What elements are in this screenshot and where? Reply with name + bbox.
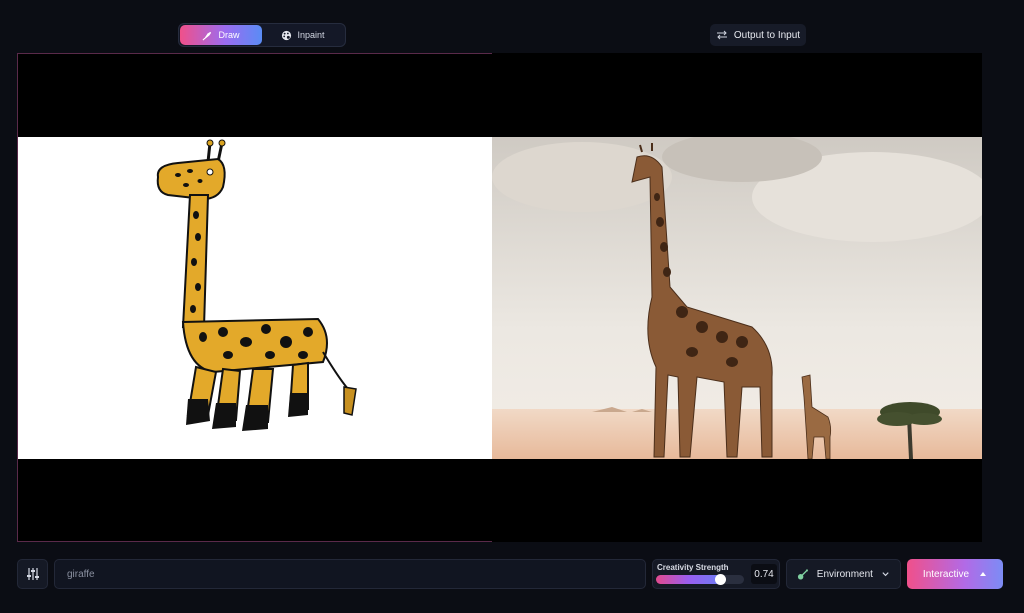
- drawing-canvas[interactable]: [17, 53, 493, 542]
- output-to-input-label: Output to Input: [733, 29, 801, 41]
- output-to-input-button[interactable]: Output to Input: [710, 24, 806, 46]
- settings-button[interactable]: [17, 559, 48, 589]
- prompt-input[interactable]: [65, 567, 645, 581]
- creativity-strength-value[interactable]: 0.74: [751, 564, 777, 584]
- inpaint-mode-button[interactable]: Inpaint: [262, 25, 344, 45]
- environment-label: Environment: [816, 568, 873, 580]
- creativity-strength-label: Creativity Strength: [657, 563, 729, 572]
- caret-up-icon: [980, 572, 987, 576]
- draw-mode-label: Draw: [218, 30, 240, 40]
- creativity-slider-handle[interactable]: [715, 574, 727, 585]
- generated-image: [492, 137, 982, 459]
- inpaint-mode-label: Inpaint: [297, 30, 325, 40]
- creativity-slider[interactable]: [656, 574, 744, 585]
- mode-toggle: Draw Inpaint: [178, 23, 346, 47]
- interactive-label: Interactive: [922, 568, 970, 580]
- brush-icon: [203, 31, 212, 40]
- creativity-slider-fill: [656, 575, 722, 584]
- guitar-icon: [797, 569, 808, 579]
- chevron-down-icon: [882, 572, 889, 577]
- creativity-strength-control: Creativity Strength 0.74: [652, 559, 780, 589]
- draw-mode-button[interactable]: Draw: [180, 25, 262, 45]
- environment-dropdown[interactable]: Environment: [786, 559, 901, 589]
- palette-icon: [282, 30, 292, 40]
- swap-arrows-icon: [716, 30, 727, 40]
- interactive-button[interactable]: Interactive: [907, 559, 1003, 589]
- sliders-icon: [26, 568, 39, 580]
- prompt-field: [54, 559, 646, 589]
- giraffe-sketch: [156, 139, 357, 431]
- output-image-panel: [492, 53, 982, 542]
